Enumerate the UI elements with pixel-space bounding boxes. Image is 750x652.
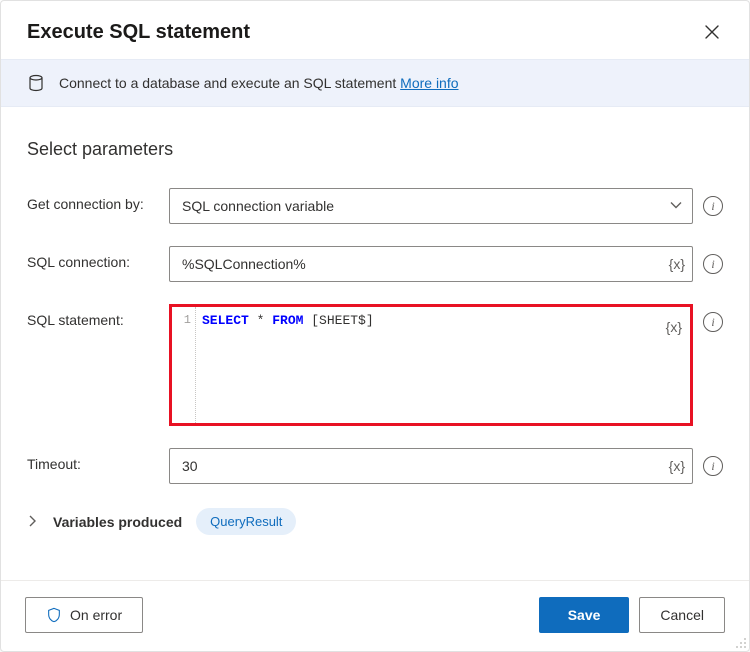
variable-picker-button[interactable]: {x} [669, 458, 685, 474]
sql-keyword: FROM [272, 313, 303, 328]
sql-connection-value: %SQLConnection% [182, 256, 306, 272]
get-connection-by-select[interactable]: SQL connection variable [169, 188, 693, 224]
variable-picker-button[interactable]: {x} [666, 319, 682, 335]
sql-text: [SHEET$] [303, 313, 373, 328]
on-error-label: On error [70, 607, 122, 623]
info-icon[interactable]: i [703, 456, 723, 476]
sql-text: * [249, 313, 272, 328]
close-button[interactable] [699, 19, 725, 45]
dialog-footer: On error Save Cancel [1, 580, 749, 651]
variables-produced-label: Variables produced [53, 514, 182, 530]
info-bar: Connect to a database and execute an SQL… [1, 59, 749, 107]
info-bar-text: Connect to a database and execute an SQL… [59, 75, 459, 91]
variable-pill-queryresult[interactable]: QueryResult [196, 508, 296, 535]
title-bar: Execute SQL statement [1, 1, 749, 59]
editor-gutter: 1 [172, 307, 196, 423]
database-icon [27, 74, 45, 92]
execute-sql-dialog: Execute SQL statement Connect to a datab… [0, 0, 750, 652]
save-button[interactable]: Save [539, 597, 630, 633]
more-info-link[interactable]: More info [400, 75, 458, 91]
variable-picker-button[interactable]: {x} [669, 256, 685, 272]
label-sql-connection: SQL connection: [27, 246, 157, 270]
row-timeout: Timeout: 30 {x} i [27, 448, 723, 484]
row-get-connection-by: Get connection by: SQL connection variab… [27, 188, 723, 224]
on-error-button[interactable]: On error [25, 597, 143, 633]
line-number: 1 [184, 313, 191, 327]
cancel-button[interactable]: Cancel [639, 597, 725, 633]
sql-content: SELECT * FROM [SHEET$] [172, 313, 656, 328]
row-sql-connection: SQL connection: %SQLConnection% {x} i [27, 246, 723, 282]
variables-produced-row: Variables produced QueryResult [27, 508, 723, 535]
section-title: Select parameters [27, 139, 723, 160]
footer-right: Save Cancel [539, 597, 725, 633]
label-get-connection-by: Get connection by: [27, 188, 157, 212]
label-timeout: Timeout: [27, 448, 157, 472]
sql-statement-editor[interactable]: 1 SELECT * FROM [SHEET$] {x} [169, 304, 693, 426]
label-sql-statement: SQL statement: [27, 304, 157, 328]
timeout-input[interactable]: 30 [169, 448, 693, 484]
chevron-right-icon [27, 515, 39, 527]
row-sql-statement: SQL statement: 1 SELECT * FROM [SHEET$] … [27, 304, 723, 426]
info-bar-message: Connect to a database and execute an SQL… [59, 75, 396, 91]
close-icon [705, 25, 719, 39]
info-icon[interactable]: i [703, 196, 723, 216]
expand-variables-button[interactable] [27, 514, 39, 530]
info-icon[interactable]: i [703, 312, 723, 332]
shield-icon [46, 607, 62, 623]
sql-keyword: SELECT [202, 313, 249, 328]
timeout-value: 30 [182, 458, 198, 474]
get-connection-by-value: SQL connection variable [182, 198, 334, 214]
dialog-body: Select parameters Get connection by: SQL… [1, 107, 749, 580]
resize-grip-icon[interactable] [735, 637, 747, 649]
sql-connection-input[interactable]: %SQLConnection% [169, 246, 693, 282]
info-icon[interactable]: i [703, 254, 723, 274]
dialog-title: Execute SQL statement [27, 21, 250, 44]
